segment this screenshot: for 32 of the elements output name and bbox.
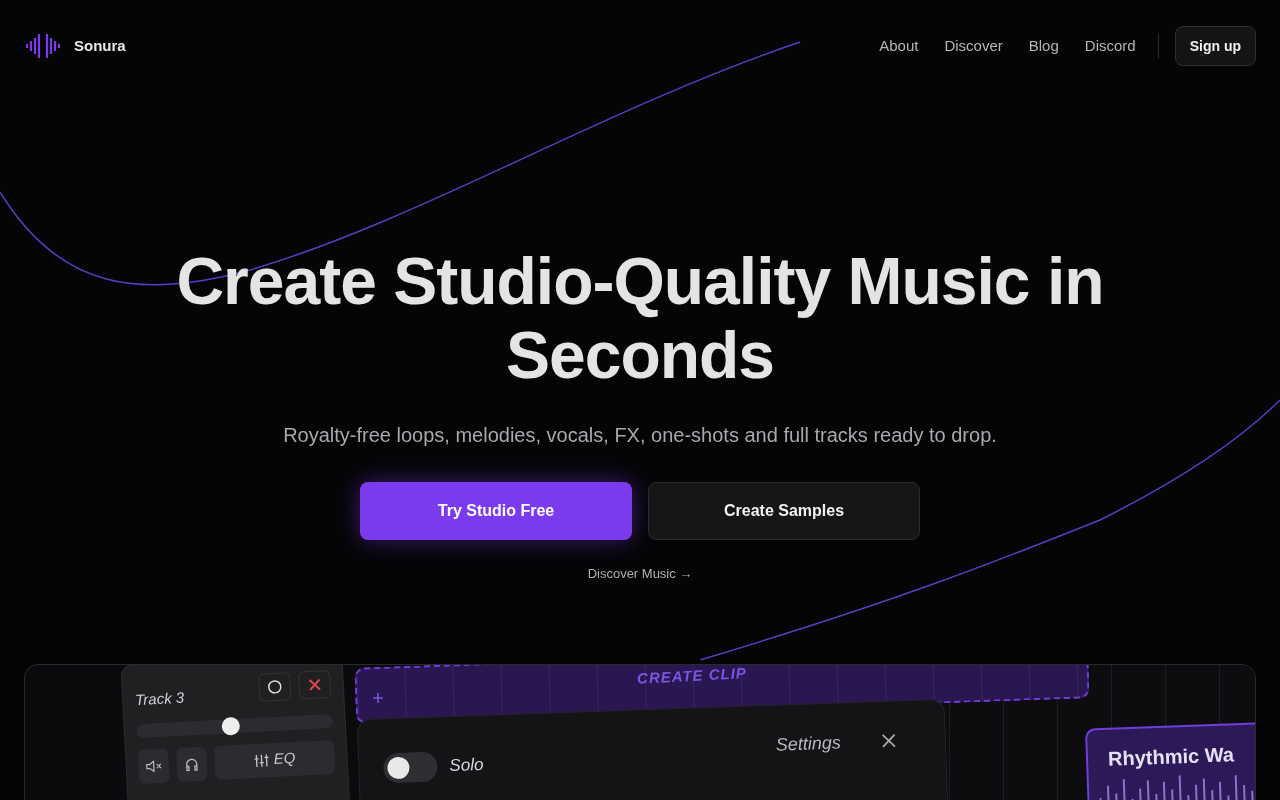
nav-link[interactable]: Discord <box>1084 34 1136 58</box>
headphones-icon <box>184 756 200 772</box>
hero-subtitle: Royalty-free loops, melodies, vocals, FX, one-shots and full tracks ready to drop. <box>283 423 997 448</box>
circle-icon <box>267 679 283 695</box>
delete-button[interactable] <box>298 670 332 700</box>
record-button[interactable] <box>258 672 292 702</box>
brand-name[interactable]: Sonura <box>74 34 126 58</box>
create-samples-button[interactable]: Create Samples <box>648 482 920 540</box>
mute-icon <box>145 759 163 773</box>
nav-link[interactable]: Blog <box>1028 34 1059 58</box>
eq-button[interactable]: EQ <box>213 739 336 780</box>
plus-icon[interactable] <box>373 693 383 703</box>
try-free-button[interactable]: Try Studio Free <box>360 482 632 540</box>
logo-icon[interactable] <box>24 32 62 60</box>
nav-link[interactable]: Discover <box>944 34 1003 58</box>
headphones-button[interactable] <box>175 746 208 782</box>
mute-button[interactable] <box>137 748 170 784</box>
nav-link[interactable]: About <box>879 34 919 58</box>
settings-title: Settings <box>775 730 842 757</box>
slider-thumb[interactable] <box>221 716 241 736</box>
discover-music-link[interactable]: Discover Music → <box>587 564 693 584</box>
clip-card[interactable]: Rhythmic Wa <box>1084 721 1255 800</box>
toggle-label: Solo <box>449 754 484 778</box>
clip-title: Rhythmic Wa <box>1107 742 1236 772</box>
close-icon[interactable] <box>880 732 898 749</box>
hero-title: Create Studio-Quality Music in Seconds <box>175 244 1105 392</box>
sign-up-button[interactable]: Sign up <box>1174 26 1256 66</box>
close-icon <box>308 678 322 692</box>
sliders-icon <box>253 752 271 768</box>
track-name: Track 3 <box>134 687 185 711</box>
toggle-switch[interactable] <box>382 751 438 784</box>
create-clip-label: CREATE CLIP <box>636 665 748 689</box>
